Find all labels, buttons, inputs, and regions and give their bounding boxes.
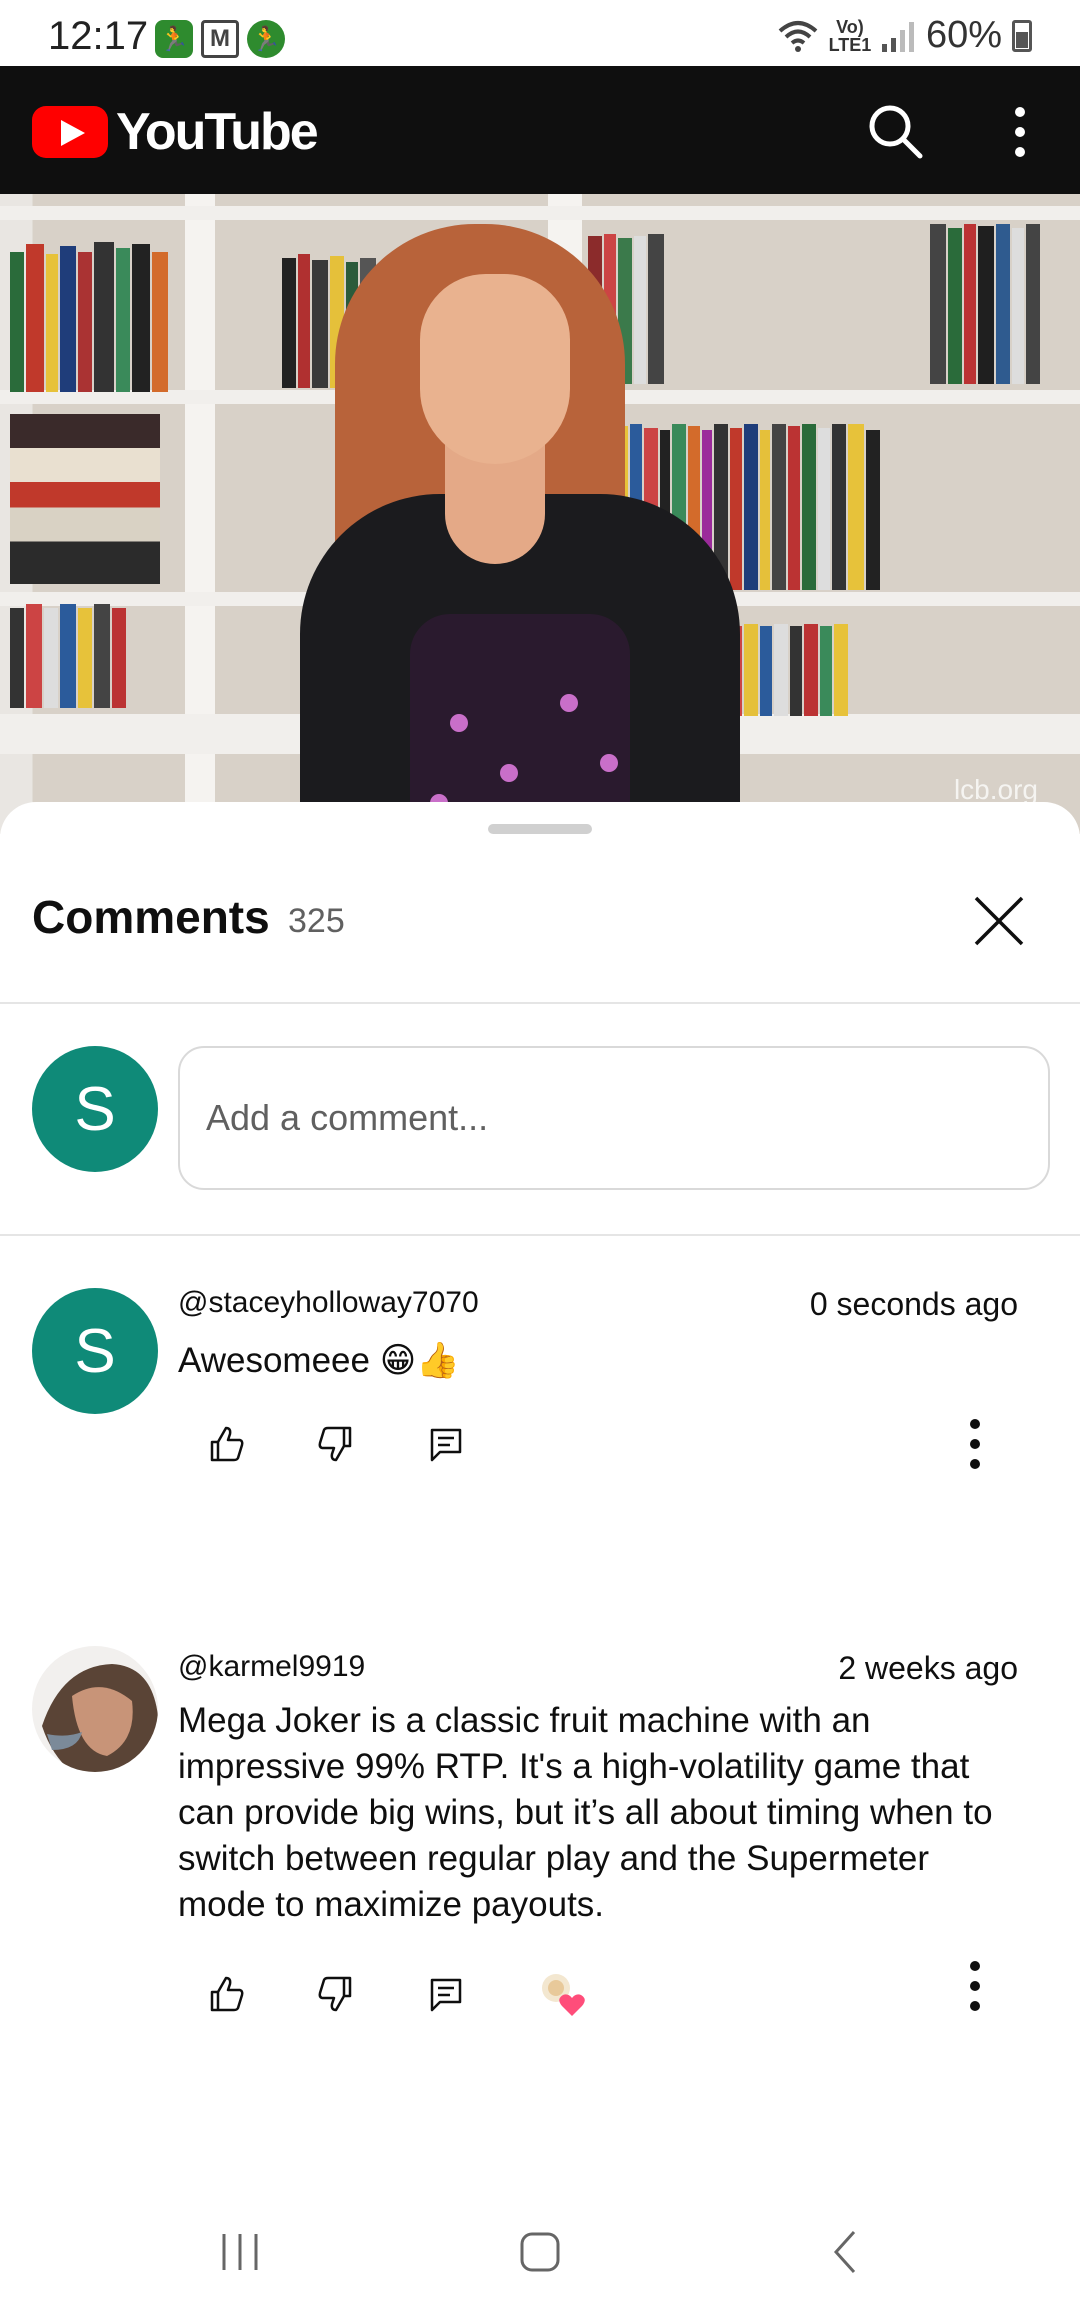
dislike-icon[interactable] bbox=[316, 1424, 356, 1464]
signal-icon bbox=[881, 21, 914, 52]
current-user-avatar[interactable]: S bbox=[32, 1046, 158, 1172]
shelf bbox=[0, 206, 1080, 220]
presenter-face bbox=[420, 274, 570, 464]
battery-percent: 60% bbox=[925, 14, 1002, 56]
comment-text: Awesomeee 😁👍 bbox=[178, 1341, 460, 1380]
comment-author[interactable]: @karmel9919 bbox=[178, 1650, 365, 1684]
book-row bbox=[10, 242, 168, 392]
status-time: 12:17 bbox=[48, 14, 149, 58]
search-icon[interactable] bbox=[866, 102, 924, 160]
comments-sheet: Comments 325 S Add a comment... S @stace… bbox=[0, 802, 1080, 2182]
divider bbox=[0, 1234, 1080, 1236]
home-icon[interactable] bbox=[510, 2222, 570, 2282]
avatar-initial: S bbox=[74, 1316, 116, 1386]
comment-actions bbox=[206, 1424, 536, 1464]
book-row bbox=[930, 224, 1040, 384]
like-icon[interactable] bbox=[206, 1424, 246, 1464]
book-row bbox=[10, 414, 160, 584]
pattern-dot bbox=[600, 754, 618, 772]
like-icon[interactable] bbox=[206, 1974, 246, 2014]
comments-title: Comments bbox=[32, 891, 270, 943]
fitness-app-icon: 🏃 bbox=[155, 20, 193, 58]
youtube-play-icon bbox=[32, 106, 108, 158]
wifi-icon bbox=[778, 20, 818, 52]
reply-icon[interactable] bbox=[426, 1424, 466, 1464]
more-vert-icon[interactable] bbox=[1000, 102, 1040, 162]
comment-more-icon[interactable] bbox=[960, 1414, 990, 1474]
status-bar: 12:17 🏃 M 🏃 Vo) LTE1 60% bbox=[0, 0, 1080, 66]
comment-more-icon[interactable] bbox=[960, 1956, 990, 2016]
divider bbox=[0, 1002, 1080, 1004]
close-icon[interactable] bbox=[968, 890, 1030, 952]
system-icons: Vo) LTE1 60% bbox=[778, 14, 1032, 57]
comment-time: 2 weeks ago bbox=[838, 1650, 1018, 1686]
gmail-icon: M bbox=[201, 20, 239, 58]
pattern-dot bbox=[560, 694, 578, 712]
comments-count: 325 bbox=[288, 902, 345, 940]
fitness-app-icon: 🏃 bbox=[247, 20, 285, 58]
avatar-photo-icon bbox=[32, 1646, 158, 1772]
comment-actions bbox=[206, 1966, 592, 2022]
pattern-dot bbox=[500, 764, 518, 782]
comment-time: 0 seconds ago bbox=[809, 1286, 1018, 1322]
comment-text: Mega Joker is a classic fruit machine wi… bbox=[178, 1701, 993, 1924]
comment-avatar[interactable]: S bbox=[32, 1288, 158, 1414]
add-comment-placeholder: Add a comment... bbox=[206, 1097, 489, 1138]
book-row bbox=[10, 604, 126, 708]
reply-icon[interactable] bbox=[426, 1974, 466, 2014]
youtube-wordmark: YouTube bbox=[116, 103, 319, 161]
back-icon[interactable] bbox=[816, 2222, 876, 2282]
video-player[interactable]: lcb.org bbox=[0, 194, 1080, 834]
creator-heart-icon bbox=[542, 1974, 585, 2016]
avatar-initial: S bbox=[74, 1074, 116, 1144]
dislike-icon[interactable] bbox=[316, 1974, 356, 2014]
book-row bbox=[730, 624, 848, 716]
pattern-dot bbox=[450, 714, 468, 732]
network-type-label: Vo) LTE1 bbox=[828, 16, 872, 55]
battery-icon bbox=[1012, 19, 1032, 52]
comment-author[interactable]: @staceyholloway7070 bbox=[178, 1286, 479, 1320]
system-navigation-bar bbox=[0, 2182, 1080, 2316]
youtube-logo[interactable]: YouTube bbox=[32, 102, 319, 162]
add-comment-input[interactable]: Add a comment... bbox=[178, 1046, 1050, 1190]
app-header: YouTube bbox=[0, 66, 1080, 194]
drag-handle[interactable] bbox=[488, 824, 592, 834]
recent-apps-icon[interactable] bbox=[210, 2222, 270, 2282]
comment-avatar[interactable] bbox=[32, 1646, 158, 1772]
notification-icons: 🏃 M 🏃 bbox=[155, 20, 285, 58]
